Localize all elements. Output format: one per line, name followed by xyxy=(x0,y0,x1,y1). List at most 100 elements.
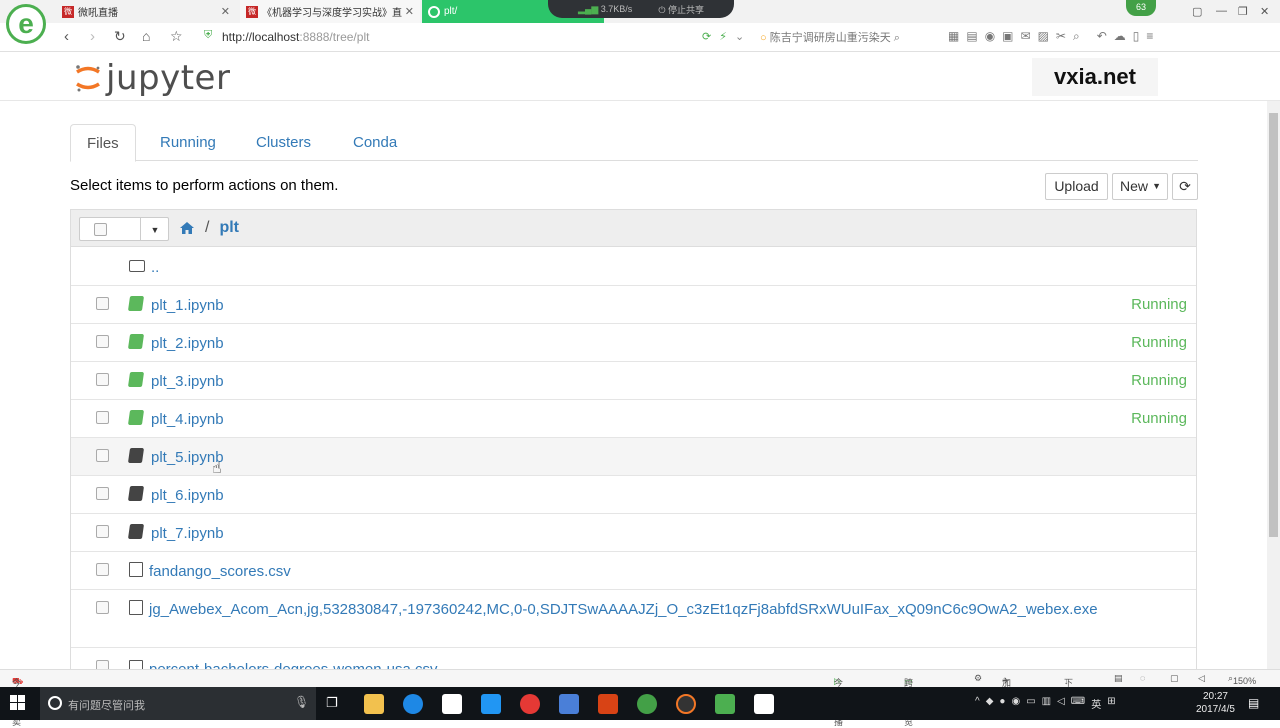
tab-conda[interactable]: Conda xyxy=(337,124,413,161)
table-row[interactable]: jg_Awebex_Acom_Acn,jg,532830847,-1973602… xyxy=(71,590,1196,648)
file-name[interactable]: plt_3.ipynb xyxy=(151,373,224,390)
browser-taskbar-icon[interactable] xyxy=(637,694,657,714)
find-icon[interactable]: ⌕ xyxy=(1073,29,1080,44)
jupyter-taskbar-icon[interactable] xyxy=(676,694,696,714)
file-name[interactable]: plt_1.ipynb xyxy=(151,297,224,314)
forward-icon[interactable]: › xyxy=(90,28,95,45)
clean-icon[interactable]: ◌ xyxy=(1140,673,1145,683)
star-icon[interactable]: ☆ xyxy=(170,28,183,45)
select-all-dropdown[interactable]: ▼ xyxy=(79,217,169,241)
reload-icon[interactable]: ↻ xyxy=(114,28,126,45)
menu-icon[interactable]: ≡ xyxy=(1146,29,1153,44)
row-checkbox[interactable] xyxy=(96,563,109,576)
edge-icon[interactable] xyxy=(403,694,423,714)
table-row[interactable]: plt_1.ipynb Running xyxy=(71,286,1196,324)
cloud-icon[interactable]: ☁ xyxy=(1114,29,1126,44)
file-name[interactable]: jg_Awebex_Acom_Acn,jg,532830847,-1973602… xyxy=(149,601,1098,618)
table-row[interactable]: plt_5.ipynb xyxy=(71,438,1196,476)
refresh-list-button[interactable]: ⟳ xyxy=(1172,173,1198,200)
keyboard-icon[interactable]: ⌨ xyxy=(1071,696,1085,711)
table-row[interactable]: plt_7.ipynb xyxy=(71,514,1196,552)
lightning-icon[interactable]: ⚡ xyxy=(719,30,727,43)
store-icon[interactable] xyxy=(442,694,462,714)
taskbar-clock[interactable]: 20:27 2017/4/5 xyxy=(1196,690,1235,716)
table-row[interactable]: plt_2.ipynb Running xyxy=(71,324,1196,362)
network-icon[interactable]: ▥ xyxy=(1042,696,1051,711)
browser-tab-ml-course[interactable]: 微 《机器学习与深度学习实战》直... ✕ xyxy=(240,0,420,23)
breadcrumb-current[interactable]: plt xyxy=(219,219,239,237)
row-checkbox[interactable] xyxy=(96,335,109,348)
browser-tab-weihou[interactable]: 微 微吼直播 ✕ xyxy=(56,0,236,23)
tab-files[interactable]: Files xyxy=(70,124,136,162)
gift-icon[interactable]: ✉ xyxy=(1021,29,1031,44)
address-bar[interactable]: http://localhost:8888/tree/plt xyxy=(222,30,369,44)
table-row[interactable]: plt_4.ipynb Running xyxy=(71,400,1196,438)
layout-icon[interactable]: ▤ xyxy=(1114,673,1123,684)
stop-share-button[interactable]: ⏻ 停止共享 xyxy=(658,3,704,16)
tray-app-icon[interactable]: ◉ xyxy=(1011,696,1020,711)
row-checkbox[interactable] xyxy=(96,487,109,500)
powerpoint-icon[interactable] xyxy=(598,694,618,714)
home-icon[interactable] xyxy=(179,221,195,235)
chevron-down-icon[interactable]: ⌄ xyxy=(735,30,744,43)
close-icon[interactable]: ✕ xyxy=(221,5,230,18)
row-checkbox[interactable] xyxy=(96,449,109,462)
translate-icon[interactable]: ▨ xyxy=(1038,29,1049,44)
cortana-search-input[interactable]: 有问题尽管问我 🎙 xyxy=(40,687,316,720)
window-icon[interactable]: ▢ xyxy=(1170,673,1179,684)
select-all-checkbox[interactable] xyxy=(94,223,107,236)
close-window-icon[interactable]: ✕ xyxy=(1260,5,1269,18)
back-icon[interactable]: ‹ xyxy=(64,28,69,45)
refresh-icon[interactable]: ⟳ xyxy=(702,30,711,43)
file-name[interactable]: plt_6.ipynb xyxy=(151,487,224,504)
app-icon[interactable] xyxy=(481,694,501,714)
volume-icon[interactable]: ◁ xyxy=(1198,673,1205,684)
vscode-icon[interactable] xyxy=(559,694,579,714)
file-name[interactable]: plt_2.ipynb xyxy=(151,335,224,352)
row-checkbox[interactable] xyxy=(96,601,109,614)
browser-logo-icon[interactable]: e xyxy=(6,4,46,44)
undo-icon[interactable]: ↶ xyxy=(1097,29,1107,44)
close-icon[interactable]: ✕ xyxy=(405,5,414,18)
row-checkbox[interactable] xyxy=(96,525,109,538)
battery-icon[interactable]: ▭ xyxy=(1026,696,1035,711)
windows-start-icon[interactable] xyxy=(10,695,26,711)
bookmark-icon[interactable]: ▤ xyxy=(966,29,977,44)
upload-button[interactable]: Upload xyxy=(1045,173,1108,200)
apps-icon[interactable]: ▦ xyxy=(948,29,959,44)
tab-running[interactable]: Running xyxy=(144,124,232,161)
new-button[interactable]: New ▼ xyxy=(1112,173,1168,200)
row-checkbox[interactable] xyxy=(96,373,109,386)
table-row[interactable]: fandango_scores.csv xyxy=(71,552,1196,590)
maximize-icon[interactable]: ❐ xyxy=(1238,5,1248,18)
tray-expand-icon[interactable]: ^ xyxy=(975,696,980,711)
search-icon[interactable]: ⌕ xyxy=(894,32,900,44)
microphone-icon[interactable]: 🎙 xyxy=(294,695,309,709)
mobile-icon[interactable]: ▯ xyxy=(1133,29,1140,44)
skin-icon[interactable]: ▢ xyxy=(1192,5,1202,18)
adblock-icon[interactable]: ▣ xyxy=(1002,29,1013,44)
table-row[interactable]: plt_6.ipynb xyxy=(71,476,1196,514)
table-row[interactable]: plt_3.ipynb Running xyxy=(71,362,1196,400)
settings-icon[interactable]: ⚙ xyxy=(974,673,982,684)
page-scrollbar[interactable] xyxy=(1267,101,1280,669)
screenshot-icon[interactable]: ✂ xyxy=(1056,29,1066,44)
search-input[interactable]: ○ 陈吉宁调研房山重污染天 ⌕ xyxy=(760,29,935,45)
camtasia-recorder-icon[interactable] xyxy=(754,694,774,714)
file-name[interactable]: fandango_scores.csv xyxy=(149,563,291,580)
row-checkbox[interactable] xyxy=(96,411,109,424)
jupyter-logo[interactable]: jupyter xyxy=(74,58,230,98)
zoom-level[interactable]: ⌕ 150% xyxy=(1228,673,1256,686)
caret-down-icon[interactable]: ▼ xyxy=(140,218,169,240)
volume-icon[interactable]: ◁ xyxy=(1057,696,1065,711)
tray-app-icon[interactable]: ◆ xyxy=(986,696,994,711)
file-explorer-icon[interactable] xyxy=(364,694,384,714)
task-view-icon[interactable]: ❐ xyxy=(326,695,338,711)
file-name[interactable]: .. xyxy=(151,259,159,276)
row-checkbox[interactable] xyxy=(96,297,109,310)
money-icon[interactable]: ◉ xyxy=(985,29,995,44)
tray-app-icon[interactable]: ● xyxy=(999,696,1005,711)
list-item-parent-dir[interactable]: .. xyxy=(71,248,1196,286)
file-name[interactable]: plt_4.ipynb xyxy=(151,411,224,428)
home-icon[interactable]: ⌂ xyxy=(142,28,150,44)
